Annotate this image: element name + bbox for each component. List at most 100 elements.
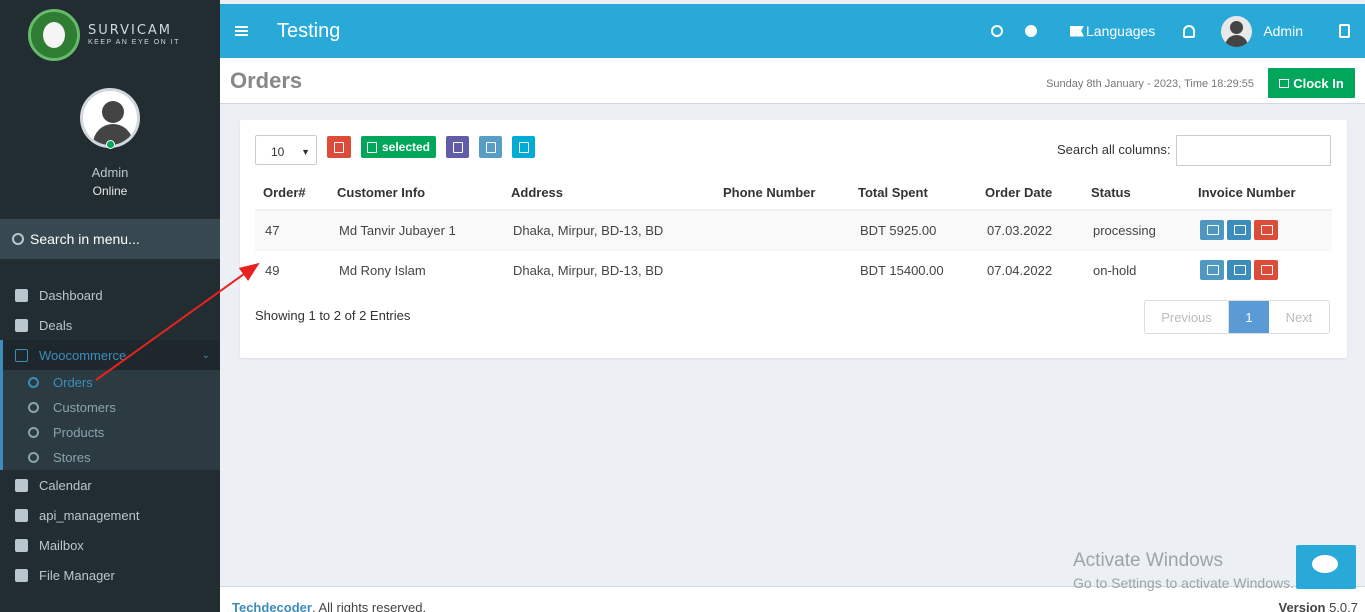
edit-button[interactable] [1227,220,1251,241]
excel-file-icon [15,508,28,522]
activate-windows-watermark: Activate Windows Go to Settings to activ… [1073,550,1294,591]
rights-text: . All rights reserved. [311,600,427,612]
bell-icon[interactable] [1183,24,1196,38]
plus-circle-icon[interactable] [1025,25,1038,37]
version-label: Version [1278,600,1326,612]
total-spent: BDT 5925.00 [850,209,977,250]
row-actions [1190,209,1332,250]
sidebar-item-label: Products [53,425,105,440]
sidebar-item-customers[interactable]: Customers [3,395,220,420]
previous-page-button[interactable]: Previous [1145,301,1229,333]
logo[interactable]: SURVICAM KEEP AN EYE ON IT [0,0,220,70]
order-status: on-hold [1083,249,1190,290]
sidebar: SURVICAM KEEP AN EYE ON IT Admin Online … [0,0,220,612]
hamburger-menu-icon[interactable] [235,26,248,36]
user-panel: Admin Online [0,70,220,219]
page-length-select[interactable]: 10 ▼ [255,135,317,165]
logo-text: SURVICAM KEEP AN EYE ON IT [88,24,180,46]
top-navbar: Testing Languages Admin [220,4,1365,58]
sidebar-item-label: Mailbox [39,537,84,553]
delete-button[interactable] [1254,260,1278,281]
languages-menu[interactable]: Languages [1086,23,1155,39]
circle-icon [28,377,39,388]
column-header[interactable]: Order# [255,175,329,211]
table-row[interactable]: 47 Md Tanvir Jubayer 1 Dhaka, Mirpur, BD… [255,209,1332,250]
logo-tagline: KEEP AN EYE ON IT [88,39,180,46]
view-invoice-button[interactable] [1200,260,1224,281]
view-invoice-button[interactable] [1200,220,1224,241]
sidebar-item-label: api_management [39,507,140,523]
export-csv-button[interactable] [479,136,502,158]
order-number: 47 [255,209,329,250]
sidebar-item-file-manager[interactable]: File Manager [0,560,220,590]
file-icon [15,568,28,582]
pagination: Previous 1 Next [1144,300,1330,334]
avatar[interactable] [1221,15,1253,47]
customer-info: Md Rony Islam [329,249,503,290]
column-header[interactable]: Total Spent [850,175,977,211]
sidebar-item-label: Dashboard [39,287,103,303]
export-pdf-button[interactable] [512,136,535,158]
table-row[interactable]: 49 Md Rony Islam Dhaka, Mirpur, BD-13, B… [255,249,1332,290]
column-header[interactable]: Phone Number [715,175,850,211]
user-name: Admin [91,165,129,180]
column-header[interactable]: Customer Info [329,175,503,211]
column-header[interactable]: Invoice Number [1190,175,1332,211]
edit-button[interactable] [1227,260,1251,281]
version-number: 5.0.7 [1329,600,1358,612]
chat-button[interactable] [1296,545,1356,589]
sidebar-item-woocommerce[interactable]: Woocommerce ⌄ [0,340,220,370]
next-page-button[interactable]: Next [1269,301,1329,333]
activate-subtitle: Go to Settings to activate Windows. [1073,575,1294,591]
user-status: Online [92,184,128,198]
excel-file-icon [15,348,28,362]
version-info: Version 5.0.7 [1278,600,1358,612]
avatar [80,88,140,148]
print-button[interactable] [327,136,351,158]
user-menu[interactable]: Admin [1263,23,1303,39]
pagination-info: Showing 1 to 2 of 2 Entries [255,308,411,323]
sidebar-search[interactable]: Search in menu... [0,219,220,259]
flag-icon [1070,25,1085,37]
sidebar-item-dashboard[interactable]: Dashboard [0,280,220,310]
order-date: 07.04.2022 [977,249,1083,290]
sidebar-item-stores[interactable]: Stores [3,445,220,470]
circle-icon [28,427,39,438]
sidebar-item-label: Deals [39,317,73,333]
column-header[interactable]: Status [1083,175,1190,211]
sidebar-item-label: File Manager [39,567,115,583]
sidebar-item-label: Orders [53,375,93,390]
sidebar-item-api-management[interactable]: api_management [0,500,220,530]
sidebar-item-products[interactable]: Products [3,420,220,445]
camera-logo-icon [28,9,80,61]
print-selected-button[interactable]: selected [361,136,436,158]
print-icon [366,141,377,153]
online-status-icon [106,140,115,149]
export-excel-button[interactable] [446,136,469,158]
chevron-down-icon: ⌄ [201,349,210,361]
sidebar-item-label: Calendar [39,477,92,493]
column-header[interactable]: Order Date [977,175,1083,211]
sidebar-item-orders[interactable]: Orders [3,370,220,395]
address: Dhaka, Mirpur, BD-13, BD [503,249,715,290]
activate-title: Activate Windows [1073,550,1223,571]
search-icon [12,233,24,245]
sidebar-item-calendar[interactable]: Calendar [0,470,220,500]
file-icon [15,318,28,332]
column-header[interactable]: Address [503,175,715,211]
sidebar-toggle-icon[interactable] [1339,24,1350,38]
navbar-right: Languages Admin [980,4,1365,58]
clock-in-label: Clock In [1293,75,1344,91]
search-input[interactable] [1176,135,1331,166]
excel-file-icon [452,141,463,153]
excel-file-icon [485,141,496,153]
page-length-value: 10 [271,145,285,159]
company-link[interactable]: Techdecoder [232,600,312,612]
sidebar-item-deals[interactable]: Deals [0,310,220,340]
page-1-button[interactable]: 1 [1229,301,1269,333]
search-label: Search all columns: [1057,142,1171,157]
sidebar-item-mailbox[interactable]: Mailbox [0,530,220,560]
clock-in-button[interactable]: Clock In [1268,68,1355,98]
delete-button[interactable] [1254,220,1278,241]
search-icon[interactable] [991,25,1004,37]
